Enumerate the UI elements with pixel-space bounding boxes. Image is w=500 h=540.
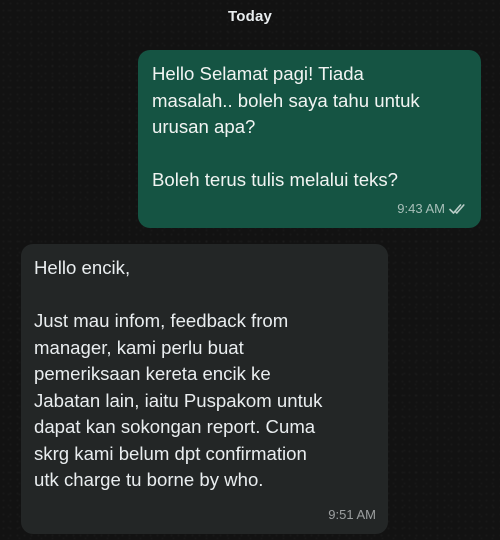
double-check-icon xyxy=(449,203,465,214)
message-meta: 9:43 AM xyxy=(397,196,469,223)
message-time: 9:43 AM xyxy=(397,200,445,216)
chat-conversation: Today Hello Selamat pagi! Tiada masalah.… xyxy=(0,0,500,540)
incoming-message-bubble[interactable]: Hello encik, Just mau infom, feedback fr… xyxy=(21,244,388,534)
message-time: 9:51 AM xyxy=(328,506,376,522)
message-meta: 9:51 AM xyxy=(328,502,376,529)
date-separator: Today xyxy=(227,8,273,25)
message-text: Hello Selamat pagi! Tiada masalah.. bole… xyxy=(152,63,420,190)
message-text: Hello encik, Just mau infom, feedback fr… xyxy=(34,257,323,490)
outgoing-message-bubble[interactable]: Hello Selamat pagi! Tiada masalah.. bole… xyxy=(138,50,481,228)
